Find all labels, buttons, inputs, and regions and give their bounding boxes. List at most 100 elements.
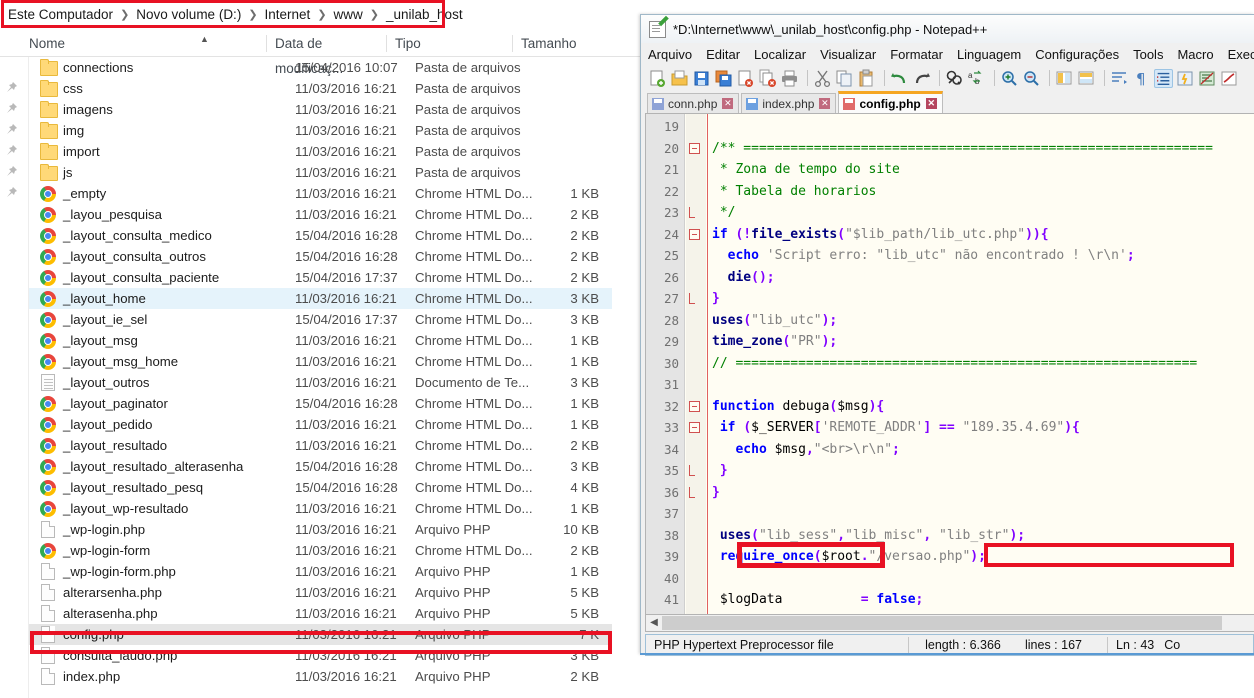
menu-item-arquivo[interactable]: Arquivo [641, 47, 699, 62]
cut-icon[interactable] [813, 69, 832, 88]
pin-icon[interactable] [4, 81, 20, 97]
pin-icon[interactable] [4, 123, 20, 139]
document-tab-config-php[interactable]: config.php ✕ [838, 91, 943, 113]
fold-tail-icon[interactable] [689, 207, 695, 218]
code-line[interactable] [712, 568, 1254, 590]
file-row[interactable]: _layout_consulta_outros 15/04/2016 16:28 C… [29, 246, 612, 267]
file-row[interactable]: img 11/03/2016 16:21 Pasta de arquivos [29, 120, 612, 141]
code-line[interactable] [712, 503, 1254, 525]
code-line[interactable]: require_once($root."/versao.php"); [712, 546, 1254, 568]
file-row[interactable]: _wp-login-form 11/03/2016 16:21 Chrome HTM… [29, 540, 612, 561]
code-line[interactable]: /** ====================================… [712, 138, 1254, 160]
file-row[interactable]: _layout_pedido 11/03/2016 16:21 Chrome HTM… [29, 414, 612, 435]
file-row[interactable]: imagens 11/03/2016 16:21 Pasta de arquivos [29, 99, 612, 120]
file-row[interactable]: _layout_resultado 11/03/2016 16:21 Chrome … [29, 435, 612, 456]
code-line[interactable]: if ($_SERVER['REMOTE_ADDR'] == "189.35.4… [712, 417, 1254, 439]
fold-collapse-icon[interactable] [689, 400, 700, 412]
code-line[interactable] [712, 116, 1254, 138]
file-row[interactable]: _layout_resultado_alterasenha 15/04/2016 … [29, 456, 612, 477]
code-content[interactable]: /** ====================================… [708, 114, 1254, 615]
code-line[interactable]: } [712, 460, 1254, 482]
pin-icon[interactable] [4, 186, 20, 202]
fold-collapse-icon[interactable] [689, 422, 700, 433]
file-row[interactable]: config.php 11/03/2016 16:21 Arquivo PHP 7 K [29, 624, 612, 645]
code-line[interactable]: $logData = false; [712, 589, 1254, 611]
file-row[interactable]: _wp-login.php 11/03/2016 16:21 Arquivo PHP… [29, 519, 612, 540]
menu-item-macro[interactable]: Macro [1170, 47, 1220, 62]
file-row[interactable]: _layout_wp-resultado 11/03/2016 16:21 Chro… [29, 498, 612, 519]
new-file-icon[interactable] [648, 69, 667, 88]
file-row[interactable]: _layout_ie_sel 15/04/2016 17:37 Chrome HTM… [29, 309, 612, 330]
user-defined-language-icon[interactable] [1176, 69, 1195, 88]
zoom-in-icon[interactable] [1000, 69, 1019, 88]
code-line[interactable]: uses("lib_utc"); [712, 310, 1254, 332]
code-line[interactable]: function debuga($msg){ [712, 396, 1254, 418]
document-map-icon[interactable] [1198, 69, 1217, 88]
close-all-files-icon[interactable] [758, 69, 777, 88]
redo-icon[interactable] [912, 69, 931, 88]
file-row[interactable]: _layout_home 11/03/2016 16:21 Chrome HTML … [29, 288, 612, 309]
file-row[interactable]: consulta_laudo.php 11/03/2016 16:21 Arquiv… [29, 645, 612, 666]
fold-tail-icon[interactable] [689, 465, 695, 476]
column-header-nome[interactable]: Nome [21, 31, 266, 56]
fold-tail-icon[interactable] [689, 293, 695, 304]
fold-tail-icon[interactable] [689, 486, 695, 498]
code-line[interactable]: * Tabela de horarios [712, 181, 1254, 203]
indent-guide-icon[interactable] [1154, 68, 1173, 88]
horizontal-scrollbar[interactable]: ◀ [645, 615, 1254, 632]
file-row[interactable]: _layout_consulta_paciente 15/04/2016 17:3… [29, 267, 612, 288]
code-line[interactable]: time_zone("PR"); [712, 331, 1254, 353]
fold-collapse-icon[interactable] [689, 228, 700, 240]
column-header-tamanho[interactable]: Tamanho [513, 31, 613, 56]
code-editor[interactable]: 19 20 21 22 23 24 25 26 27 28 29 30 31 32 33 34 35 36 37 38… [645, 113, 1254, 615]
fold-margin[interactable] [686, 114, 706, 614]
menu-item-visualizar[interactable]: Visualizar [813, 47, 883, 62]
code-line[interactable]: echo 'Script erro: "lib_utc" não encontr… [712, 245, 1254, 267]
file-row[interactable]: alterarsenha.php 11/03/2016 16:21 Arquivo … [29, 582, 612, 603]
code-line[interactable]: } [712, 482, 1254, 504]
copy-icon[interactable] [835, 69, 854, 88]
code-line[interactable] [712, 374, 1254, 396]
file-row[interactable]: _layout_resultado_pesq 15/04/2016 16:28 Ch… [29, 477, 612, 498]
save-icon[interactable] [692, 69, 711, 88]
sync-vertical-scroll-icon[interactable] [1055, 69, 1074, 88]
menu-item-executar[interactable]: Executar [1221, 47, 1254, 62]
paste-icon[interactable] [857, 69, 876, 88]
close-file-icon[interactable] [736, 69, 755, 88]
zoom-out-icon[interactable] [1022, 69, 1041, 88]
file-row[interactable]: _wp-login-form.php 11/03/2016 16:21 Arquiv… [29, 561, 612, 582]
file-row[interactable]: index.php 11/03/2016 16:21 Arquivo PHP 2 KB [29, 666, 612, 687]
file-list[interactable]: connections 15/04/2016 10:07 Pasta de arqu… [29, 57, 612, 698]
code-line[interactable]: uses("lib_sess","lib_misc", "lib_str"); [712, 525, 1254, 547]
replace-icon[interactable]: ab [967, 69, 986, 88]
file-row[interactable]: _layout_consulta_medico 15/04/2016 16:28 C… [29, 225, 612, 246]
function-list-icon[interactable] [1220, 69, 1239, 88]
open-file-icon[interactable] [670, 69, 689, 88]
word-wrap-icon[interactable] [1110, 69, 1129, 88]
file-row[interactable]: _layou_pesquisa 11/03/2016 16:21 Chrome HT… [29, 204, 612, 225]
menu-item-formatar[interactable]: Formatar [883, 47, 950, 62]
code-line[interactable]: // =====================================… [712, 353, 1254, 375]
file-row[interactable]: _layout_outros 11/03/2016 16:21 Documento … [29, 372, 612, 393]
find-icon[interactable] [945, 69, 964, 88]
document-tab-conn-php[interactable]: conn.php ✕ [647, 93, 740, 113]
save-all-icon[interactable] [714, 69, 733, 88]
code-line[interactable]: die(); [712, 267, 1254, 289]
tab-close-icon[interactable]: ✕ [925, 98, 937, 109]
menu-item-tools[interactable]: Tools [1126, 47, 1170, 62]
menu-item-configura-es[interactable]: Configurações [1028, 47, 1126, 62]
undo-icon[interactable] [890, 69, 909, 88]
breadcrumb-item-4[interactable]: _unilab_host [384, 7, 465, 22]
window-titlebar[interactable]: *D:\Internet\www\_unilab_host\config.php… [641, 15, 1254, 43]
breadcrumb-item-3[interactable]: www [332, 7, 365, 22]
document-tab-index-php[interactable]: index.php ✕ [741, 93, 837, 113]
breadcrumb-item-1[interactable]: Novo volume (D:) [134, 7, 243, 22]
menu-item-editar[interactable]: Editar [699, 47, 747, 62]
file-row[interactable]: js 11/03/2016 16:21 Pasta de arquivos [29, 162, 612, 183]
file-row[interactable]: connections 15/04/2016 10:07 Pasta de arqu… [29, 57, 612, 78]
code-line[interactable]: * Zona de tempo do site [712, 159, 1254, 181]
pin-icon[interactable] [4, 102, 20, 118]
breadcrumb-item-0[interactable]: Este Computador [6, 7, 115, 22]
code-line[interactable]: if (!file_exists("$lib_path/lib_utc.php"… [712, 224, 1254, 246]
code-line[interactable]: echo $msg,"<br>\r\n"; [712, 439, 1254, 461]
